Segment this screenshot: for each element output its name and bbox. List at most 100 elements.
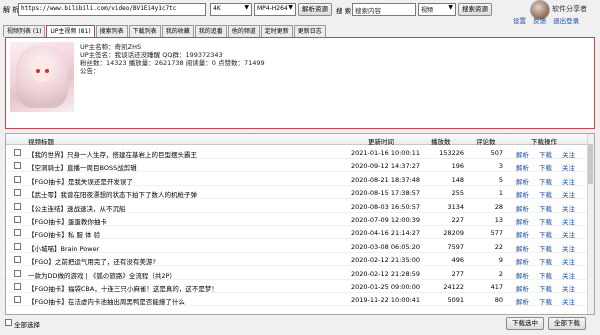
row-checkbox[interactable] (14, 242, 21, 250)
row-follow-link[interactable]: 关注 (562, 149, 575, 159)
row-checkbox[interactable] (14, 269, 21, 277)
row-download-link[interactable]: 下载 (539, 216, 552, 226)
row-checkbox[interactable] (14, 296, 21, 304)
table-row[interactable]: 【FGO】之前把运气用完了，还有没有美游? 2020-02-12 21:35:00… (6, 253, 594, 267)
row-checkbox[interactable] (14, 283, 21, 290)
table-row[interactable]: 【FGO抽卡】是我失误还是开发误了 2020-08-21 18:37:48 148 5… (6, 173, 594, 186)
row-parse-link[interactable]: 解析 (516, 189, 529, 199)
row-follow-link[interactable]: 关注 (562, 256, 575, 266)
row-follow-link[interactable]: 关注 (562, 176, 575, 186)
row-parse-link[interactable]: 解析 (516, 243, 529, 253)
row-follow-link[interactable]: 关注 (562, 296, 575, 306)
col-plays[interactable]: 播放数 (431, 136, 451, 146)
search-input[interactable]: 搜索内容 (352, 3, 416, 16)
table-row[interactable]: 【FGO抽卡】福袋CBA，十连三只小麻雀！这是真的，这不是梦！ 2020-01-2… (6, 280, 594, 293)
row-parse-link[interactable]: 解析 (516, 296, 529, 306)
parse-button[interactable]: 解析资源 (298, 3, 332, 16)
row-parse-link[interactable]: 解析 (516, 149, 529, 159)
url-input[interactable]: https://www.bilibili.com/video/BV1Ei4y1c… (18, 3, 206, 16)
row-parse-link[interactable]: 解析 (516, 283, 529, 293)
row-download-link[interactable]: 下载 (539, 176, 552, 186)
format-select[interactable]: MP4-H264 ▼ (254, 3, 296, 16)
row-checkbox[interactable] (14, 162, 21, 170)
table-row[interactable]: 【我的世界】只身一人生存，搭建在基岩上的巨型摆头霸王 2021-01-16 10:… (6, 146, 594, 159)
scroll-thumb[interactable] (588, 144, 593, 184)
row-follow-link[interactable]: 关注 (562, 229, 575, 239)
row-time: 2020-08-21 18:37:48 (351, 175, 421, 184)
row-parse-link[interactable]: 解析 (516, 176, 529, 186)
col-comments[interactable]: 评论数 (476, 136, 496, 146)
row-download-link[interactable]: 下载 (539, 162, 552, 172)
row-title: 【FGO抽卡】私 服 体 验 (28, 231, 101, 240)
table-row[interactable]: 【空洞骑士】直播一周目BOSS战剪辑 2020-09-12 14:37:27 196… (6, 159, 594, 173)
row-follow-link[interactable]: 关注 (562, 189, 575, 199)
row-follow-link[interactable]: 关注 (562, 216, 575, 226)
up-avatar-image (10, 42, 74, 112)
row-time: 2020-03-08 06:05:20 (351, 242, 421, 251)
row-download-link[interactable]: 下载 (539, 203, 552, 213)
feedback-link[interactable]: 反馈 (533, 17, 546, 25)
row-download-link[interactable]: 下载 (539, 296, 552, 306)
row-parse-link[interactable]: 解析 (516, 270, 529, 280)
row-follow-link[interactable]: 关注 (562, 283, 575, 293)
table-row[interactable]: 【FGO抽卡】私 服 体 验 2020-04-16 21:14:27 28209 57… (6, 226, 594, 240)
download-selected-button[interactable]: 下载选中 (506, 317, 544, 330)
quality-select[interactable]: 4K ▼ (210, 3, 252, 16)
tab-search-list[interactable]: 搜索列表 (95, 25, 128, 37)
row-download-link[interactable]: 下载 (539, 149, 552, 159)
row-comments: 577 (490, 229, 503, 238)
row-checkbox[interactable] (14, 256, 21, 264)
table-row[interactable]: 【FGO抽卡】在法虚内卡池抽出周黑鸭是否能撞了什么 2019-11-22 10:0… (6, 293, 594, 307)
row-download-link[interactable]: 下载 (539, 243, 552, 253)
tab-scheduled-update[interactable]: 定时更新 (260, 25, 293, 37)
row-download-link[interactable]: 下载 (539, 229, 552, 239)
row-parse-link[interactable]: 解析 (516, 229, 529, 239)
col-title[interactable]: 视频标题 (28, 136, 54, 146)
table-row[interactable]: 【FGO抽卡】蛋蛋教你抽卡 2020-07-09 12:00:39 227 13 解析下… (6, 213, 594, 226)
row-checkbox[interactable] (14, 189, 21, 197)
tab-video-list[interactable]: 视频列表 (1) (3, 25, 46, 37)
row-comments: 80 (494, 296, 503, 305)
tab-favorites[interactable]: 我的收藏 (161, 25, 194, 37)
search-button[interactable]: 搜索资源 (458, 3, 492, 16)
row-parse-link[interactable]: 解析 (516, 203, 529, 213)
search-label: 搜 索 (336, 7, 352, 15)
row-checkbox[interactable] (14, 175, 21, 183)
chevron-down-icon: ▼ (288, 4, 293, 11)
row-checkbox[interactable] (14, 149, 21, 156)
tab-his-channel[interactable]: 他的频道 (227, 25, 260, 37)
select-all-checkbox[interactable] (5, 319, 12, 326)
row-download-link[interactable]: 下载 (539, 283, 552, 293)
row-download-link[interactable]: 下载 (539, 256, 552, 266)
settings-link[interactable]: 设置 (513, 17, 526, 25)
table-row[interactable]: 【武士零】我曾在阳夜漂想的状态下拍下了数人的机枪子弹 2020-08-15 17:… (6, 186, 594, 200)
row-parse-link[interactable]: 解析 (516, 256, 529, 266)
logout-link[interactable]: 退出登录 (553, 17, 579, 25)
row-checkbox[interactable] (14, 202, 21, 210)
row-follow-link[interactable]: 关注 (562, 203, 575, 213)
tab-download-list[interactable]: 下载列表 (128, 25, 161, 37)
row-follow-link[interactable]: 关注 (562, 162, 575, 172)
tab-up-videos[interactable]: UP主视频 (81) (46, 25, 95, 37)
app-title: 软件分享者 (552, 5, 587, 13)
row-checkbox[interactable] (14, 216, 21, 223)
row-comments: 417 (490, 283, 503, 291)
row-parse-link[interactable]: 解析 (516, 162, 529, 172)
row-comments: 13 (494, 216, 503, 224)
row-follow-link[interactable]: 关注 (562, 243, 575, 253)
table-row[interactable]: 【公主连结】速战速决，从不沉船 2020-08-03 16:50:57 3134 28… (6, 200, 594, 213)
row-download-link[interactable]: 下载 (539, 189, 552, 199)
row-parse-link[interactable]: 解析 (516, 216, 529, 226)
download-all-button[interactable]: 全部下载 (548, 317, 586, 330)
row-checkbox[interactable] (14, 229, 21, 237)
table-row[interactable]: 一款为DD做的游戏 | 《狐の旅路》全流程（共2P） 2020-02-12 21:… (6, 267, 594, 280)
row-plays: 5091 (447, 296, 464, 305)
row-download-link[interactable]: 下载 (539, 270, 552, 280)
tab-following-anime[interactable]: 我的追番 (194, 25, 227, 37)
row-follow-link[interactable]: 关注 (562, 270, 575, 280)
table-row[interactable]: 【小城喵】Brain Power 2020-03-08 06:05:20 7597 2… (6, 240, 594, 253)
vertical-scrollbar[interactable] (587, 134, 594, 314)
search-type-select[interactable]: 视频 ▼ (418, 3, 456, 16)
col-time[interactable]: 更新时间 (368, 136, 394, 146)
tab-changelog[interactable]: 更新日志 (293, 25, 326, 37)
